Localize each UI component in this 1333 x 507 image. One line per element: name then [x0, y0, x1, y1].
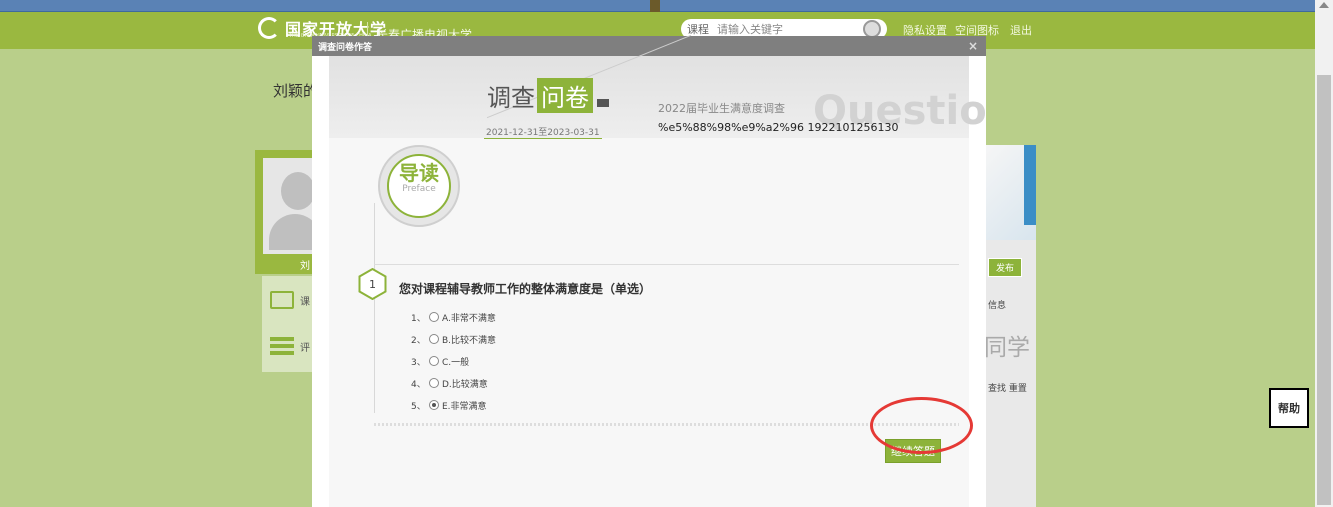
radio-button[interactable] [429, 400, 439, 410]
option-label[interactable]: D.比较满意 [442, 377, 488, 390]
preface-cn: 导读 [399, 161, 439, 185]
list-icon [270, 337, 294, 355]
answer-option[interactable]: 3、 C.一般 [411, 350, 496, 372]
answer-option[interactable]: 4、 D.比较满意 [411, 372, 496, 394]
answer-option[interactable]: 5、 E.非常满意 [411, 394, 496, 416]
message-label: 信息 [988, 301, 1007, 311]
classmates-heading: 同学 [984, 335, 1030, 361]
avatar-head-icon [281, 172, 315, 210]
sidebar-item-label: 课 [300, 296, 310, 308]
question-number: 1 [369, 277, 376, 291]
page-scrollbar[interactable] [1315, 0, 1333, 507]
option-label[interactable]: B.比较不满意 [442, 333, 496, 346]
option-label[interactable]: C.一般 [442, 355, 469, 368]
banner-figure [650, 0, 660, 12]
survey-name: 2022届毕业生满意度调查 [658, 102, 785, 115]
help-button[interactable]: 帮助 [1269, 388, 1309, 428]
radio-button[interactable] [429, 312, 439, 322]
survey-content: Questio 调查 问卷 2021-12-31至2023-03-31 2022… [329, 34, 987, 507]
dialog-title: 调查问卷作答 [318, 43, 373, 53]
option-label[interactable]: A.非常不满意 [442, 311, 496, 324]
answer-option[interactable]: 1、 A.非常不满意 [411, 306, 496, 328]
survey-user-code: %e5%88%98%e9%a2%96 1922101256130 [658, 121, 899, 134]
dialog-titlebar: 调查问卷作答 × [312, 36, 986, 56]
logo-icon [258, 17, 280, 39]
scroll-up-icon[interactable] [1319, 2, 1329, 8]
answer-option[interactable]: 2、 B.比较不满意 [411, 328, 496, 350]
book-icon [270, 291, 294, 309]
timeline-line [374, 203, 375, 413]
preface-badge: 导读 Preface [378, 145, 460, 227]
right-panel [984, 145, 1036, 507]
highlight-annotation-circle [870, 397, 973, 454]
radio-button[interactable] [429, 378, 439, 388]
sidebar-item-label: 评 [300, 342, 310, 354]
top-banner-strip [0, 0, 1315, 12]
preface-en: Preface [402, 184, 436, 194]
right-panel-banner-image [984, 145, 1036, 240]
option-label[interactable]: E.非常满意 [442, 399, 487, 412]
radio-button[interactable] [429, 356, 439, 366]
title-part-b: 问卷 [537, 78, 593, 113]
answer-options: 1、 A.非常不满意 2、 B.比较不满意 3、 C.一般 4、 D.比较满意 5、 E.… [411, 306, 496, 416]
question-text: 您对课程辅导教师工作的整体满意度是（单选） [399, 282, 652, 296]
publish-button[interactable]: 发布 [988, 258, 1023, 277]
title-decor-icon [597, 99, 609, 107]
radio-button[interactable] [429, 334, 439, 344]
scrollbar-thumb[interactable] [1317, 75, 1331, 505]
profile-card [255, 150, 321, 274]
find-reset-links[interactable]: 查找 重置 [988, 381, 1027, 394]
title-part-a: 调查 [487, 84, 535, 112]
survey-date-range: 2021-12-31至2023-03-31 [484, 125, 602, 139]
search-input[interactable]: 请输入关键字 [717, 21, 863, 37]
section-divider [374, 264, 959, 265]
close-icon[interactable]: × [968, 39, 978, 53]
profile-name: 刘 [300, 261, 310, 272]
survey-banner: Questio 调查 问卷 2021-12-31至2023-03-31 2022… [329, 34, 987, 139]
logout-link[interactable]: 退出 [1010, 22, 1032, 38]
survey-logo-title: 调查 问卷 [487, 78, 609, 113]
question-number-badge: 1 [358, 268, 387, 300]
